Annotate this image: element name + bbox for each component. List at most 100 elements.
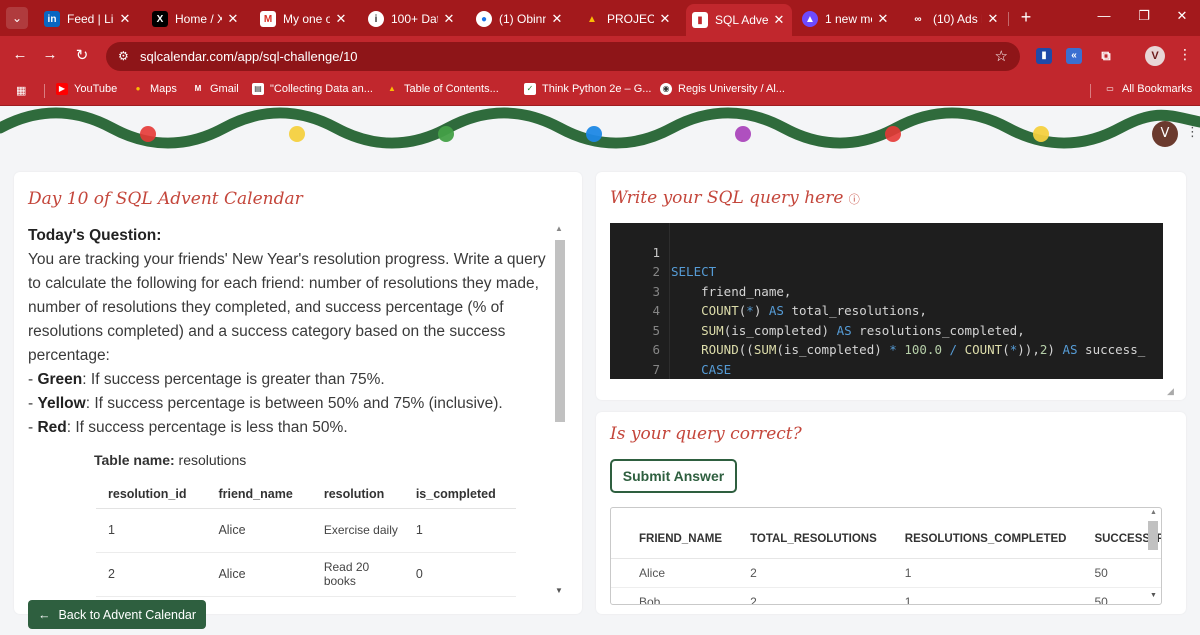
results-table-container[interactable]: FRIEND_NAME TOTAL_RESOLUTIONS RESOLUTION… (610, 507, 1162, 605)
code-line: 2 friend_name, (610, 243, 1163, 299)
new-tab-button[interactable]: + (1016, 7, 1036, 28)
close-icon[interactable]: ✕ (986, 11, 1000, 27)
close-icon[interactable]: ✕ (334, 11, 348, 27)
extension-back-icon[interactable]: « (1066, 48, 1082, 64)
close-icon[interactable]: ✕ (876, 11, 890, 27)
rule-red: - Red: If success percentage is less tha… (28, 419, 348, 436)
close-icon[interactable]: ✕ (772, 12, 786, 28)
resize-handle-icon[interactable]: ◢ (1167, 386, 1174, 397)
profile-avatar[interactable]: V (1145, 46, 1165, 66)
tab-proton[interactable]: ▲ 1 new me ✕ (796, 6, 896, 32)
bookmark-star-icon[interactable]: ☆ (995, 47, 1008, 65)
editor-heading: Write your SQL query here ⓘ (610, 188, 860, 208)
drive-icon: ▲ (587, 13, 597, 25)
column-header: friend_name (206, 481, 312, 509)
back-icon[interactable]: ← (10, 46, 30, 63)
scroll-down-icon[interactable]: ▼ (555, 586, 563, 595)
table-cell: 50 (1066, 587, 1161, 604)
tab-strip: ⌄ in Feed | Lin✕ X Home / X✕ M My one o✕… (0, 0, 1200, 36)
close-icon[interactable]: ✕ (442, 11, 456, 27)
bookmark-youtube[interactable]: ▶ YouTube (56, 83, 117, 95)
column-header: is_completed (403, 481, 516, 509)
garland-light-blue (586, 126, 602, 142)
minimize-button[interactable]: — (1094, 8, 1114, 23)
scrollbar-thumb[interactable] (555, 240, 565, 422)
code-line: 1 SELECT (610, 223, 1163, 280)
back-to-calendar-button[interactable]: ← Back to Advent Calendar (28, 600, 206, 629)
column-header: RESOLUTIONS_COMPLETED (876, 508, 1067, 559)
tab-projects[interactable]: ▲ PROJECTS✕ (578, 6, 678, 32)
tab-data[interactable]: i 100+ Dat ✕ (362, 6, 462, 32)
scroll-up-icon[interactable]: ▲ (555, 224, 563, 233)
bookmark-think-python[interactable]: ✓ Think Python 2e – G... (524, 83, 651, 95)
forward-icon[interactable]: → (40, 46, 60, 63)
restore-button[interactable]: ❐ (1134, 8, 1154, 24)
tab-obinna[interactable]: ● (1) Obinn ✕ (470, 6, 570, 32)
close-window-button[interactable]: ✕ (1172, 8, 1192, 24)
bookmark-divider (44, 84, 45, 98)
code-line: 8 WHEN (SUM(is_completed) * 100.0 / COUN… (610, 360, 1163, 380)
table-row: Alice 2 1 50 (611, 558, 1161, 588)
sql-editor[interactable]: 1 SELECT 2 friend_name, 3 COUNT(*) AS to… (610, 223, 1163, 379)
table-cell: 0 (403, 552, 516, 597)
table-cell: 2 (96, 552, 207, 597)
scroll-down-icon[interactable]: ▼ (1150, 592, 1157, 599)
all-bookmarks[interactable]: ▭ All Bookmarks (1104, 83, 1192, 95)
table-header-row: resolution_id friend_name resolution is_… (96, 481, 516, 509)
browser-toolbar: ← → ↻ ⚙ sqlcalendar.com/app/sql-challeng… (0, 36, 1200, 76)
bookmark-maps[interactable]: ● Maps (132, 83, 177, 95)
user-avatar[interactable]: V (1152, 121, 1178, 147)
table-cell: 50 (1066, 558, 1161, 588)
question-body: You are tracking your friends' New Year'… (28, 251, 546, 364)
info-icon[interactable]: ⓘ (849, 193, 860, 206)
garland-light-green (438, 126, 454, 142)
close-icon[interactable]: ✕ (550, 11, 564, 27)
results-table: FRIEND_NAME TOTAL_RESOLUTIONS RESOLUTION… (611, 508, 1161, 604)
tab-linkedin[interactable]: in Feed | Lin✕ (38, 6, 138, 32)
table-cell: 2 (722, 587, 877, 604)
info-icon: i (368, 11, 384, 27)
x-icon: X (152, 11, 168, 27)
bookmark-regis[interactable]: ◉ Regis University / Al... (660, 83, 785, 95)
scrollbar-thumb[interactable] (1148, 521, 1158, 550)
reload-icon[interactable]: ↻ (72, 46, 92, 64)
column-header: TOTAL_RESOLUTIONS (722, 508, 877, 559)
scroll-up-icon[interactable]: ▲ (1150, 509, 1157, 516)
bookmark-divider (1090, 84, 1091, 98)
browser-menu-icon[interactable]: ⋮ (1178, 46, 1192, 63)
tab-x[interactable]: X Home / X ✕ (146, 6, 246, 32)
tab-ads[interactable]: ∞ (10) Ads M✕ (904, 6, 1006, 32)
folder-icon: ▭ (1106, 84, 1114, 93)
garland-light-red (885, 126, 901, 142)
tab-gmail[interactable]: M My one o ✕ (254, 6, 354, 32)
doc-icon: ▤ (252, 83, 264, 95)
site-settings-icon[interactable]: ⚙ (118, 49, 129, 63)
garland-light-yellow (1033, 126, 1049, 142)
tab-search-button[interactable]: ⌄ (6, 7, 28, 29)
close-icon[interactable]: ✕ (226, 11, 240, 27)
bookmark-collecting-data[interactable]: ▤ "Collecting Data an... (252, 83, 373, 95)
extension-blue-icon[interactable]: ▮ (1036, 48, 1052, 64)
globe-icon: ◉ (660, 83, 672, 95)
youtube-icon: ▶ (56, 83, 68, 95)
url-text[interactable]: sqlcalendar.com/app/sql-challenge/10 (140, 49, 358, 64)
page-menu-icon[interactable]: ⋮ (1186, 124, 1199, 140)
close-icon[interactable]: ✕ (658, 11, 672, 27)
table-row: Bob 2 1 50 (611, 587, 1161, 604)
table-name: Table name: resolutions (94, 452, 247, 468)
bookmark-table-of-contents[interactable]: ▲ Table of Contents... (386, 83, 499, 95)
apps-grid-icon[interactable]: ▦ (16, 84, 26, 97)
puzzle-icon[interactable]: ⧉ (1098, 48, 1114, 64)
christmas-garland (0, 106, 1200, 166)
table-row: 1 Alice Exercise daily 1 (96, 508, 516, 553)
bookmark-gmail[interactable]: M Gmail (192, 83, 239, 95)
table-cell: Alice (206, 508, 312, 553)
tab-sql-advent[interactable]: ▮ SQL Adve ✕ (686, 4, 792, 36)
table-cell: Alice (206, 552, 312, 597)
check-heading: Is your query correct? (610, 424, 802, 444)
drive-icon: ▲ (388, 84, 396, 93)
submit-answer-button[interactable]: Submit Answer (610, 459, 737, 493)
close-icon[interactable]: ✕ (118, 11, 132, 27)
address-bar[interactable]: ⚙ sqlcalendar.com/app/sql-challenge/10 ☆ (106, 42, 1020, 71)
meta-icon: ∞ (914, 13, 922, 25)
